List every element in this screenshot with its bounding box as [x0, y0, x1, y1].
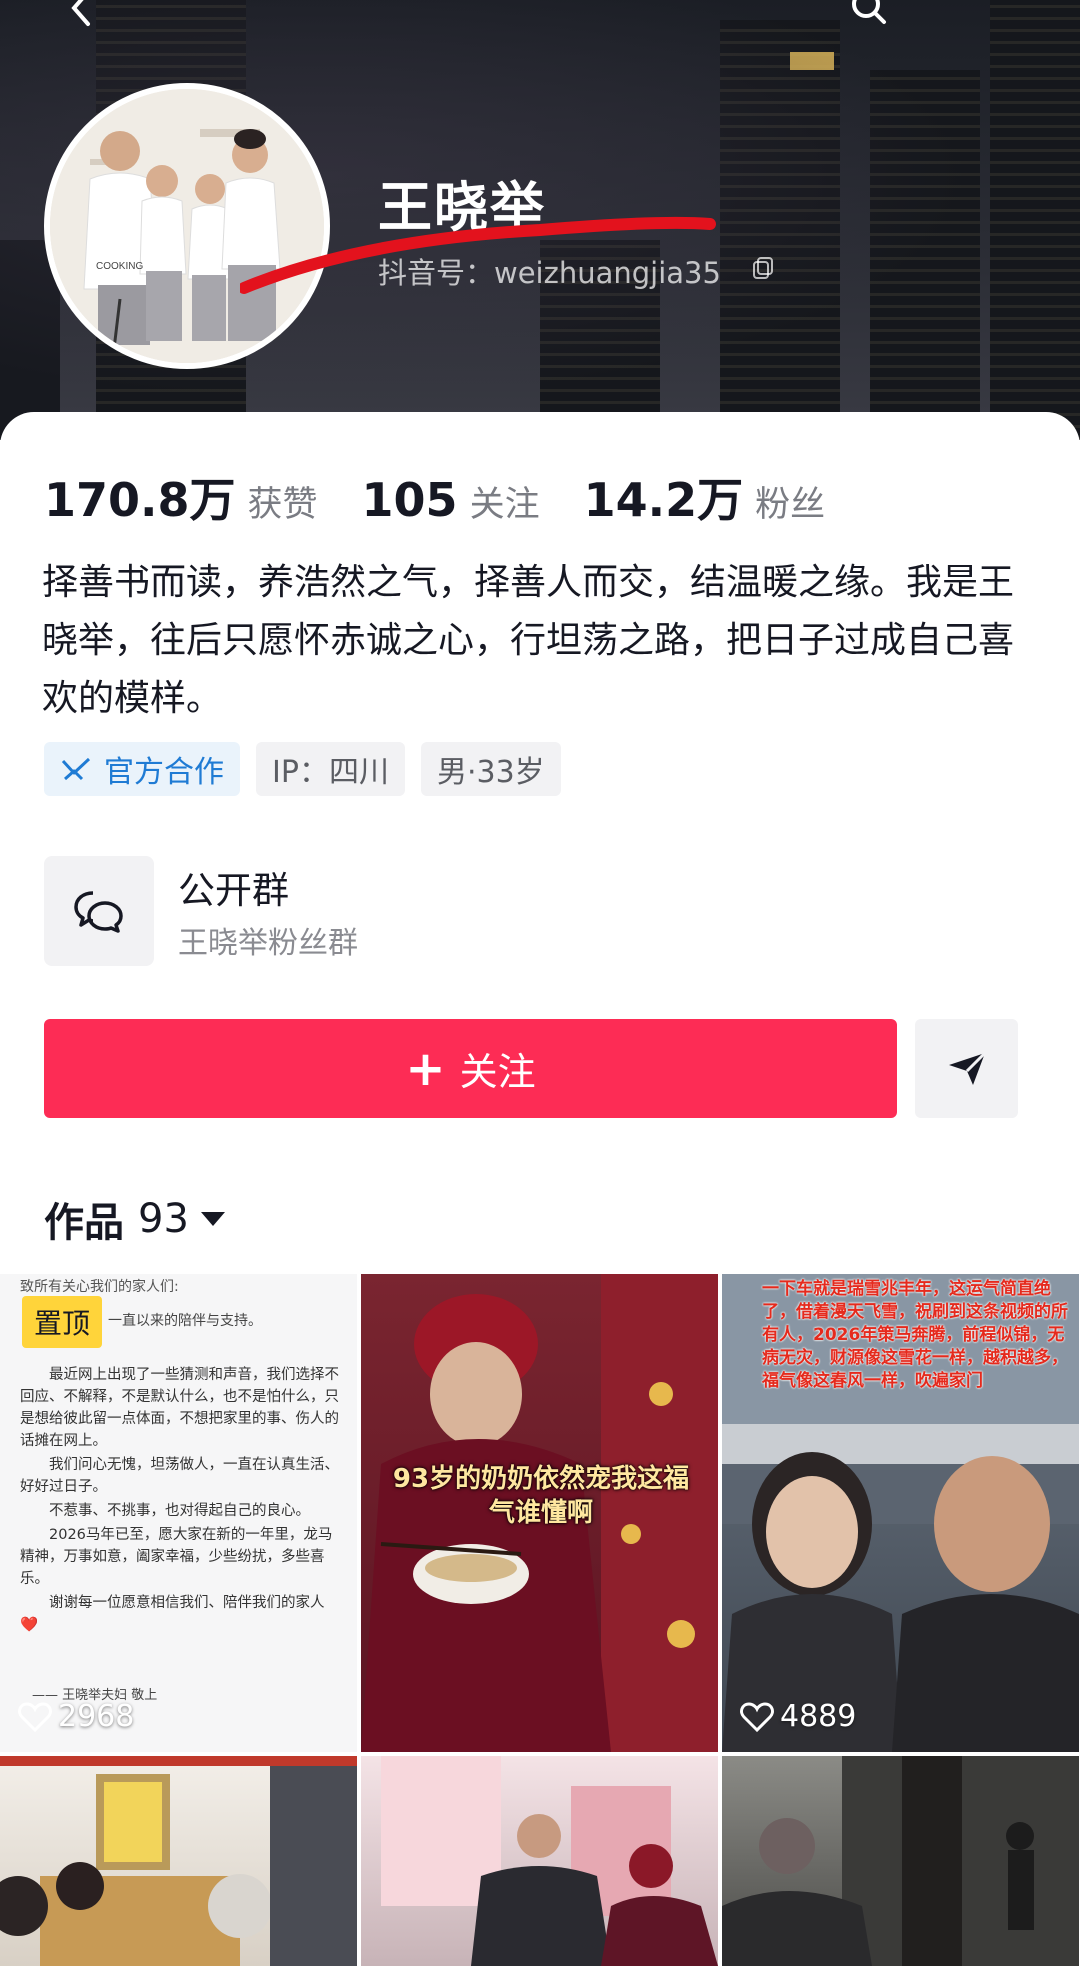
- video-thumbnail: [381, 1756, 718, 1966]
- works-label: 作品: [44, 1200, 124, 1246]
- note-inline-text: 一直以来的陪伴与支持。: [108, 1313, 262, 1329]
- profile-name: 王晓举: [378, 176, 546, 239]
- video-likes-count: 4889: [780, 1699, 857, 1734]
- works-tab[interactable]: 作品 93: [44, 1190, 225, 1248]
- note-paragraph: 谢谢每一位愿意相信我们、陪伴我们的家人❤️: [20, 1595, 325, 1633]
- back-arrow-icon[interactable]: [62, 0, 102, 30]
- works-count: 93: [138, 1196, 189, 1242]
- profile-stats: 170.8万 获赞 105 关注 14.2万 粉丝: [44, 464, 869, 530]
- group-icon-box: [44, 856, 154, 966]
- profile-header-background: COOKING 王晓举 抖音号：weizhuangjia35: [0, 0, 1080, 440]
- note-paragraph: 不惹事、不挑事，也对得起自己的良心。: [49, 1503, 310, 1519]
- ip-location-tag: IP：四川: [256, 742, 405, 796]
- video-tile[interactable]: [361, 1756, 718, 1966]
- copy-icon[interactable]: [752, 256, 776, 280]
- send-arrow-icon: [948, 1051, 986, 1085]
- note-header-text: 致所有关心我们的家人们:: [20, 1279, 179, 1295]
- likes-count: 170.8万: [44, 473, 236, 527]
- follow-button[interactable]: + 关注: [44, 1019, 897, 1118]
- video-likes: 4889: [740, 1699, 856, 1734]
- plus-icon: +: [405, 1040, 446, 1097]
- followers-count[interactable]: 14.2万: [584, 464, 744, 530]
- following-label[interactable]: 关注: [470, 476, 540, 527]
- fan-group-entry[interactable]: 公开群 王晓举粉丝群: [44, 856, 644, 966]
- family-photo: COOKING: [50, 89, 324, 363]
- avatar[interactable]: COOKING: [44, 83, 330, 369]
- video-tile[interactable]: 一下车就是瑞雪兆丰年，这运气简直绝了，借着漫天飞雪，祝刷到这条视频的所有人，20…: [722, 1274, 1079, 1752]
- likes-label: 获赞: [247, 485, 318, 525]
- gender-age-tag: 男·33岁: [420, 742, 561, 796]
- search-icon[interactable]: [848, 0, 888, 30]
- video-thumbnail: [0, 1756, 357, 1966]
- follow-label: 关注: [459, 1050, 536, 1094]
- group-title: 公开群: [178, 869, 289, 912]
- svg-text:COOKING: COOKING: [96, 261, 143, 272]
- pinned-badge: 置顶: [22, 1296, 103, 1348]
- video-tile[interactable]: [0, 1756, 357, 1966]
- official-partner-tag[interactable]: 官方合作: [44, 742, 240, 796]
- chat-bubbles-icon: [74, 891, 123, 933]
- profile-bio: 择善书而读，养浩然之气，择善人而交，结温暖之缘。我是王晓举，往后只愿怀赤诚之心，…: [42, 562, 1015, 719]
- douyin-id: 抖音号：weizhuangjia35: [378, 256, 721, 290]
- profile-tags: 官方合作 IP：四川 男·33岁: [44, 742, 561, 796]
- handshake-icon: [61, 757, 91, 781]
- caret-down-icon: [200, 1212, 225, 1226]
- note-paragraph: 最近网上出现了一些猜测和声音，我们选择不回应、不解释，不是默认什么，也不是怕什么…: [20, 1367, 339, 1449]
- following-count[interactable]: 105: [362, 473, 458, 527]
- followers-label[interactable]: 粉丝: [755, 476, 825, 527]
- video-tile[interactable]: [722, 1756, 1079, 1966]
- official-partner-label: 官方合作: [104, 755, 224, 790]
- heart-icon: [18, 1701, 52, 1732]
- share-button[interactable]: [915, 1019, 1018, 1118]
- video-tile-pinned[interactable]: 致所有关心我们的家人们: 置顶 一直以来的陪伴与支持。 最近网上出现了一些猜测和…: [0, 1274, 357, 1752]
- heart-icon: [740, 1701, 774, 1732]
- video-tile[interactable]: 93岁的奶奶依然宠我这福气谁懂啊: [361, 1274, 718, 1752]
- video-likes: 2968: [18, 1699, 134, 1734]
- note-paragraph: 我们问心无愧，坦荡做人，一直在认真生活、好好过日子。: [20, 1457, 339, 1495]
- note-paragraph: 2026马年已至，愿大家在新的一年里，龙马精神，万事如意，阖家幸福，少些纷扰，多…: [20, 1527, 333, 1587]
- note-body: 最近网上出现了一些猜测和声音，我们选择不回应、不解释，不是默认什么，也不是怕什么…: [20, 1364, 340, 1638]
- video-overlay-text: 93岁的奶奶依然宠我这福气谁懂啊: [392, 1464, 690, 1528]
- video-overlay-text: 一下车就是瑞雪兆丰年，这运气简直绝了，借着漫天飞雪，祝刷到这条视频的所有人，20…: [762, 1279, 1068, 1391]
- video-thumbnail: [722, 1756, 1079, 1966]
- group-subtitle: 王晓举粉丝群: [178, 926, 358, 961]
- video-likes-count: 2968: [58, 1699, 135, 1734]
